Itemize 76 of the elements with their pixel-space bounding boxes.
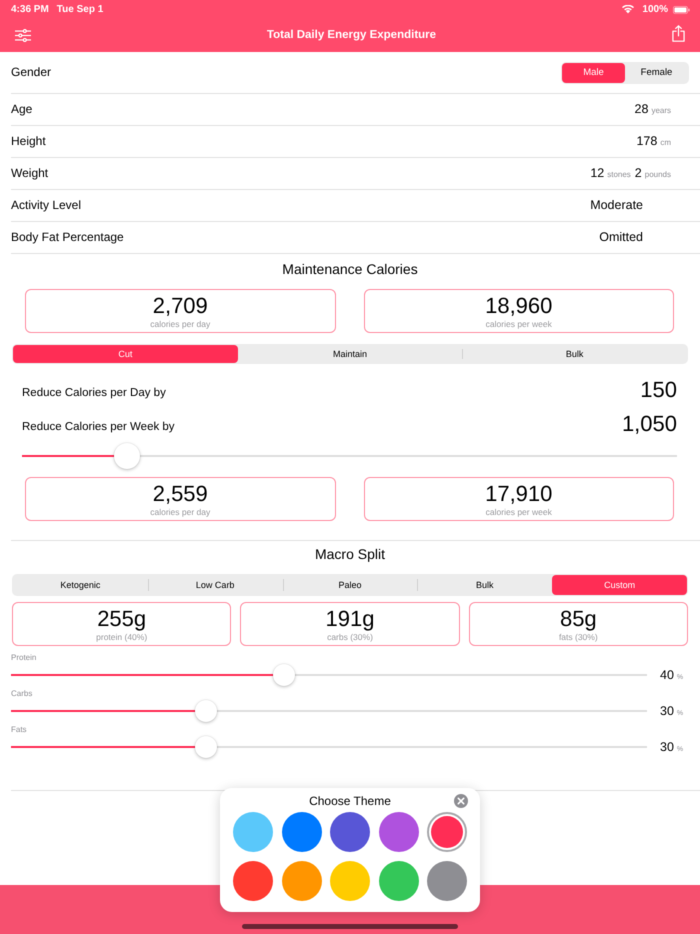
slider-thumb[interactable] [273, 664, 296, 686]
row-value[interactable]: 2 [634, 166, 642, 181]
macro-value: 191g [326, 607, 374, 631]
row-label: Activity Level [11, 198, 82, 213]
segment-button[interactable]: Maintain [238, 345, 462, 363]
segment-button[interactable]: Low Carb [148, 575, 283, 595]
calorie-value: 17,910 [485, 482, 552, 506]
segment-button[interactable]: Custom [552, 575, 687, 595]
row-value[interactable]: 12 [590, 166, 604, 181]
theme-swatch-icon[interactable] [282, 861, 322, 901]
close-icon[interactable] [454, 794, 468, 808]
section-title: Macro Split [314, 545, 386, 563]
theme-swatch-icon[interactable] [378, 812, 418, 852]
row-value[interactable]: Omitted [599, 230, 700, 245]
percent-value: 30 [660, 704, 674, 718]
macro-caption: carbs (30%) [327, 632, 373, 642]
segment-button[interactable]: Male [562, 62, 625, 82]
calorie-caption: calories per day [150, 507, 210, 517]
unit-label: pounds [644, 170, 671, 180]
calorie-caption: calories per week [486, 319, 552, 329]
segment-button[interactable]: Paleo [282, 575, 418, 595]
row-value[interactable]: 178 [636, 134, 658, 149]
settings-icon[interactable] [15, 28, 31, 42]
macro-value: 85g [560, 607, 597, 631]
segment-button[interactable]: Cut [13, 345, 238, 363]
unit-label: years [651, 106, 671, 116]
status-date: Tue Sep 1 [56, 4, 104, 16]
percent-value: 40 [660, 668, 674, 682]
calorie-caption: calories per week [486, 507, 552, 517]
row-label: Body Fat Percentage [11, 230, 124, 245]
theme-swatch-icon[interactable] [378, 861, 418, 901]
theme-swatch-icon[interactable] [427, 812, 467, 852]
theme-swatch-icon[interactable] [330, 812, 370, 852]
theme-swatch-icon[interactable] [282, 812, 322, 852]
macro-caption: protein (40%) [96, 632, 148, 642]
adjustment-label: Reduce Calories per Day by [22, 386, 166, 400]
row-label: Height [11, 134, 46, 149]
row-label: Weight [11, 166, 48, 181]
status-time: 4:36 PM [11, 4, 49, 16]
theme-swatch-icon[interactable] [427, 861, 467, 901]
theme-swatch-icon[interactable] [233, 812, 273, 852]
adjustment-label: Reduce Calories per Week by [22, 420, 175, 434]
row-value[interactable]: 28 [634, 102, 648, 117]
theme-swatch-icon[interactable] [330, 861, 370, 901]
row-label: Gender [11, 65, 52, 80]
slider-thumb[interactable] [194, 700, 217, 722]
percent-value: 30 [660, 740, 674, 754]
slider-label: Protein [11, 653, 38, 663]
adjustment-value: 1,050 [622, 412, 677, 436]
segment-button[interactable]: Bulk [462, 345, 688, 363]
battery-percent: 100% [642, 4, 668, 16]
slider-thumb[interactable] [114, 443, 140, 469]
row-value[interactable]: Moderate [590, 198, 700, 213]
unit-label: stones [607, 170, 631, 180]
segment-button[interactable]: Ketogenic [13, 575, 148, 595]
section-title: Maintenance Calories [281, 260, 419, 278]
calorie-value: 2,559 [152, 482, 208, 506]
segment-button[interactable]: Female [625, 62, 688, 82]
share-icon[interactable] [672, 24, 685, 42]
unit-label: cm [660, 138, 671, 148]
macro-caption: fats (30%) [558, 632, 598, 642]
calorie-value: 2,709 [152, 294, 208, 318]
segment-button[interactable]: Bulk [417, 575, 552, 595]
wifi-icon [622, 5, 634, 14]
calorie-value: 18,960 [485, 294, 552, 318]
calorie-caption: calories per day [150, 319, 210, 329]
theme-swatch-icon[interactable] [233, 861, 273, 901]
slider-label: Carbs [11, 689, 34, 699]
nav-title: Total Daily Energy Expenditure [266, 28, 438, 42]
row-label: Age [11, 102, 32, 117]
slider-thumb[interactable] [194, 736, 217, 758]
macro-value: 255g [97, 607, 146, 631]
battery-icon [673, 6, 690, 14]
adjustment-value: 150 [640, 378, 677, 402]
slider-label: Fats [11, 725, 28, 735]
popup-title: Choose Theme [309, 794, 391, 808]
